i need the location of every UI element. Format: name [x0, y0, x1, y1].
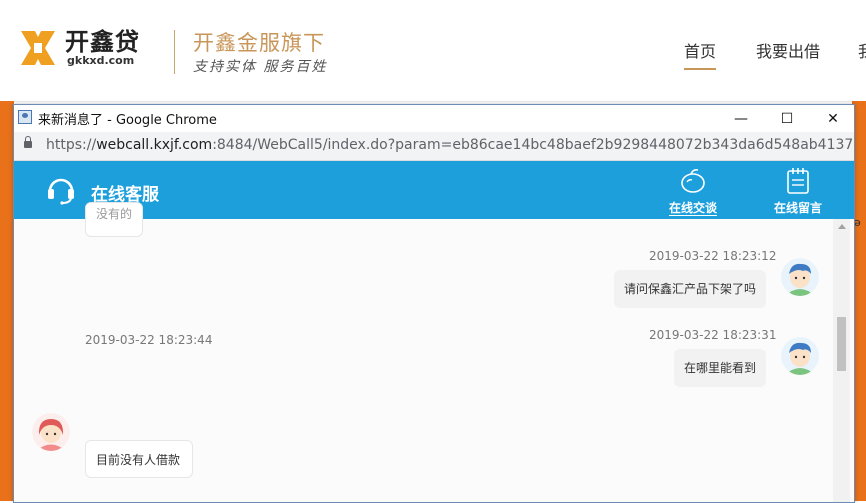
url-host: webcall.kxjf.com	[96, 137, 213, 153]
tab-leave-message[interactable]: 在线留言	[762, 165, 834, 217]
window-title: 来新消息了 - Google Chrome	[38, 113, 217, 128]
url-rest: :8484/WebCall5/index.do?param=eb86cae14b…	[212, 137, 855, 153]
site-header: 开鑫贷 gkkxd.com 开鑫金服旗下 支持实体 服务百姓 首页 我要出借 我	[0, 0, 866, 102]
tab-leave-message-label: 在线留言	[773, 201, 822, 215]
nav-lend[interactable]: 我要出借	[756, 38, 820, 62]
chat-scrollbar[interactable]	[833, 219, 850, 502]
chat-bubble-icon	[681, 169, 705, 193]
minimize-button[interactable]: —	[718, 105, 764, 132]
message-bubble-partial: 没有的	[85, 202, 144, 237]
user-avatar	[781, 337, 819, 375]
message-timestamp: 2019-03-22 18:23:31	[649, 328, 777, 342]
window-app-icon	[18, 110, 32, 124]
agent-avatar-icon	[32, 413, 70, 451]
agent-avatar	[32, 413, 70, 451]
agent-message-bubble: 目前没有人借款	[85, 440, 193, 478]
site-partial-text: ǝ	[854, 216, 861, 229]
headset-icon	[45, 173, 77, 205]
chrome-popup-window: 来新消息了 - Google Chrome — ☐ ✕ https://webc…	[13, 104, 855, 503]
site-nav: 首页 我要出借 我	[0, 38, 866, 70]
message-timestamp: 2019-03-22 18:23:44	[85, 333, 213, 347]
tab-online-chat[interactable]: 在线交谈	[657, 165, 729, 217]
user-message-bubble: 请问保鑫汇产品下架了吗	[614, 270, 766, 308]
user-avatar	[781, 258, 819, 296]
message-timestamp: 2019-03-22 18:23:12	[649, 249, 777, 263]
scroll-up-arrow-icon[interactable]	[833, 221, 850, 233]
notepad-icon	[787, 168, 809, 194]
site-side-band-left	[0, 101, 14, 501]
window-titlebar[interactable]: 来新消息了 - Google Chrome — ☐ ✕	[14, 105, 854, 132]
user-avatar-icon	[781, 258, 819, 296]
address-bar[interactable]: https://webcall.kxjf.com:8484/WebCall5/i…	[14, 132, 854, 161]
lock-icon[interactable]	[24, 136, 32, 148]
close-button[interactable]: ✕	[810, 105, 854, 132]
scrollbar-thumb[interactable]	[837, 317, 846, 371]
user-avatar-icon	[781, 337, 819, 375]
user-message-bubble: 在哪里能看到	[674, 349, 766, 387]
maximize-button[interactable]: ☐	[764, 105, 810, 132]
tab-online-chat-label: 在线交谈	[668, 201, 717, 216]
url-text[interactable]: https://webcall.kxjf.com:8484/WebCall5/i…	[46, 137, 855, 153]
url-prefix: https://	[46, 137, 97, 153]
nav-more[interactable]: 我	[858, 38, 866, 62]
chat-message-area[interactable]: 没有的 2019-03-22 18:23:12 请问保鑫汇产品下架了吗 2019…	[14, 202, 854, 502]
nav-home[interactable]: 首页	[684, 38, 717, 70]
